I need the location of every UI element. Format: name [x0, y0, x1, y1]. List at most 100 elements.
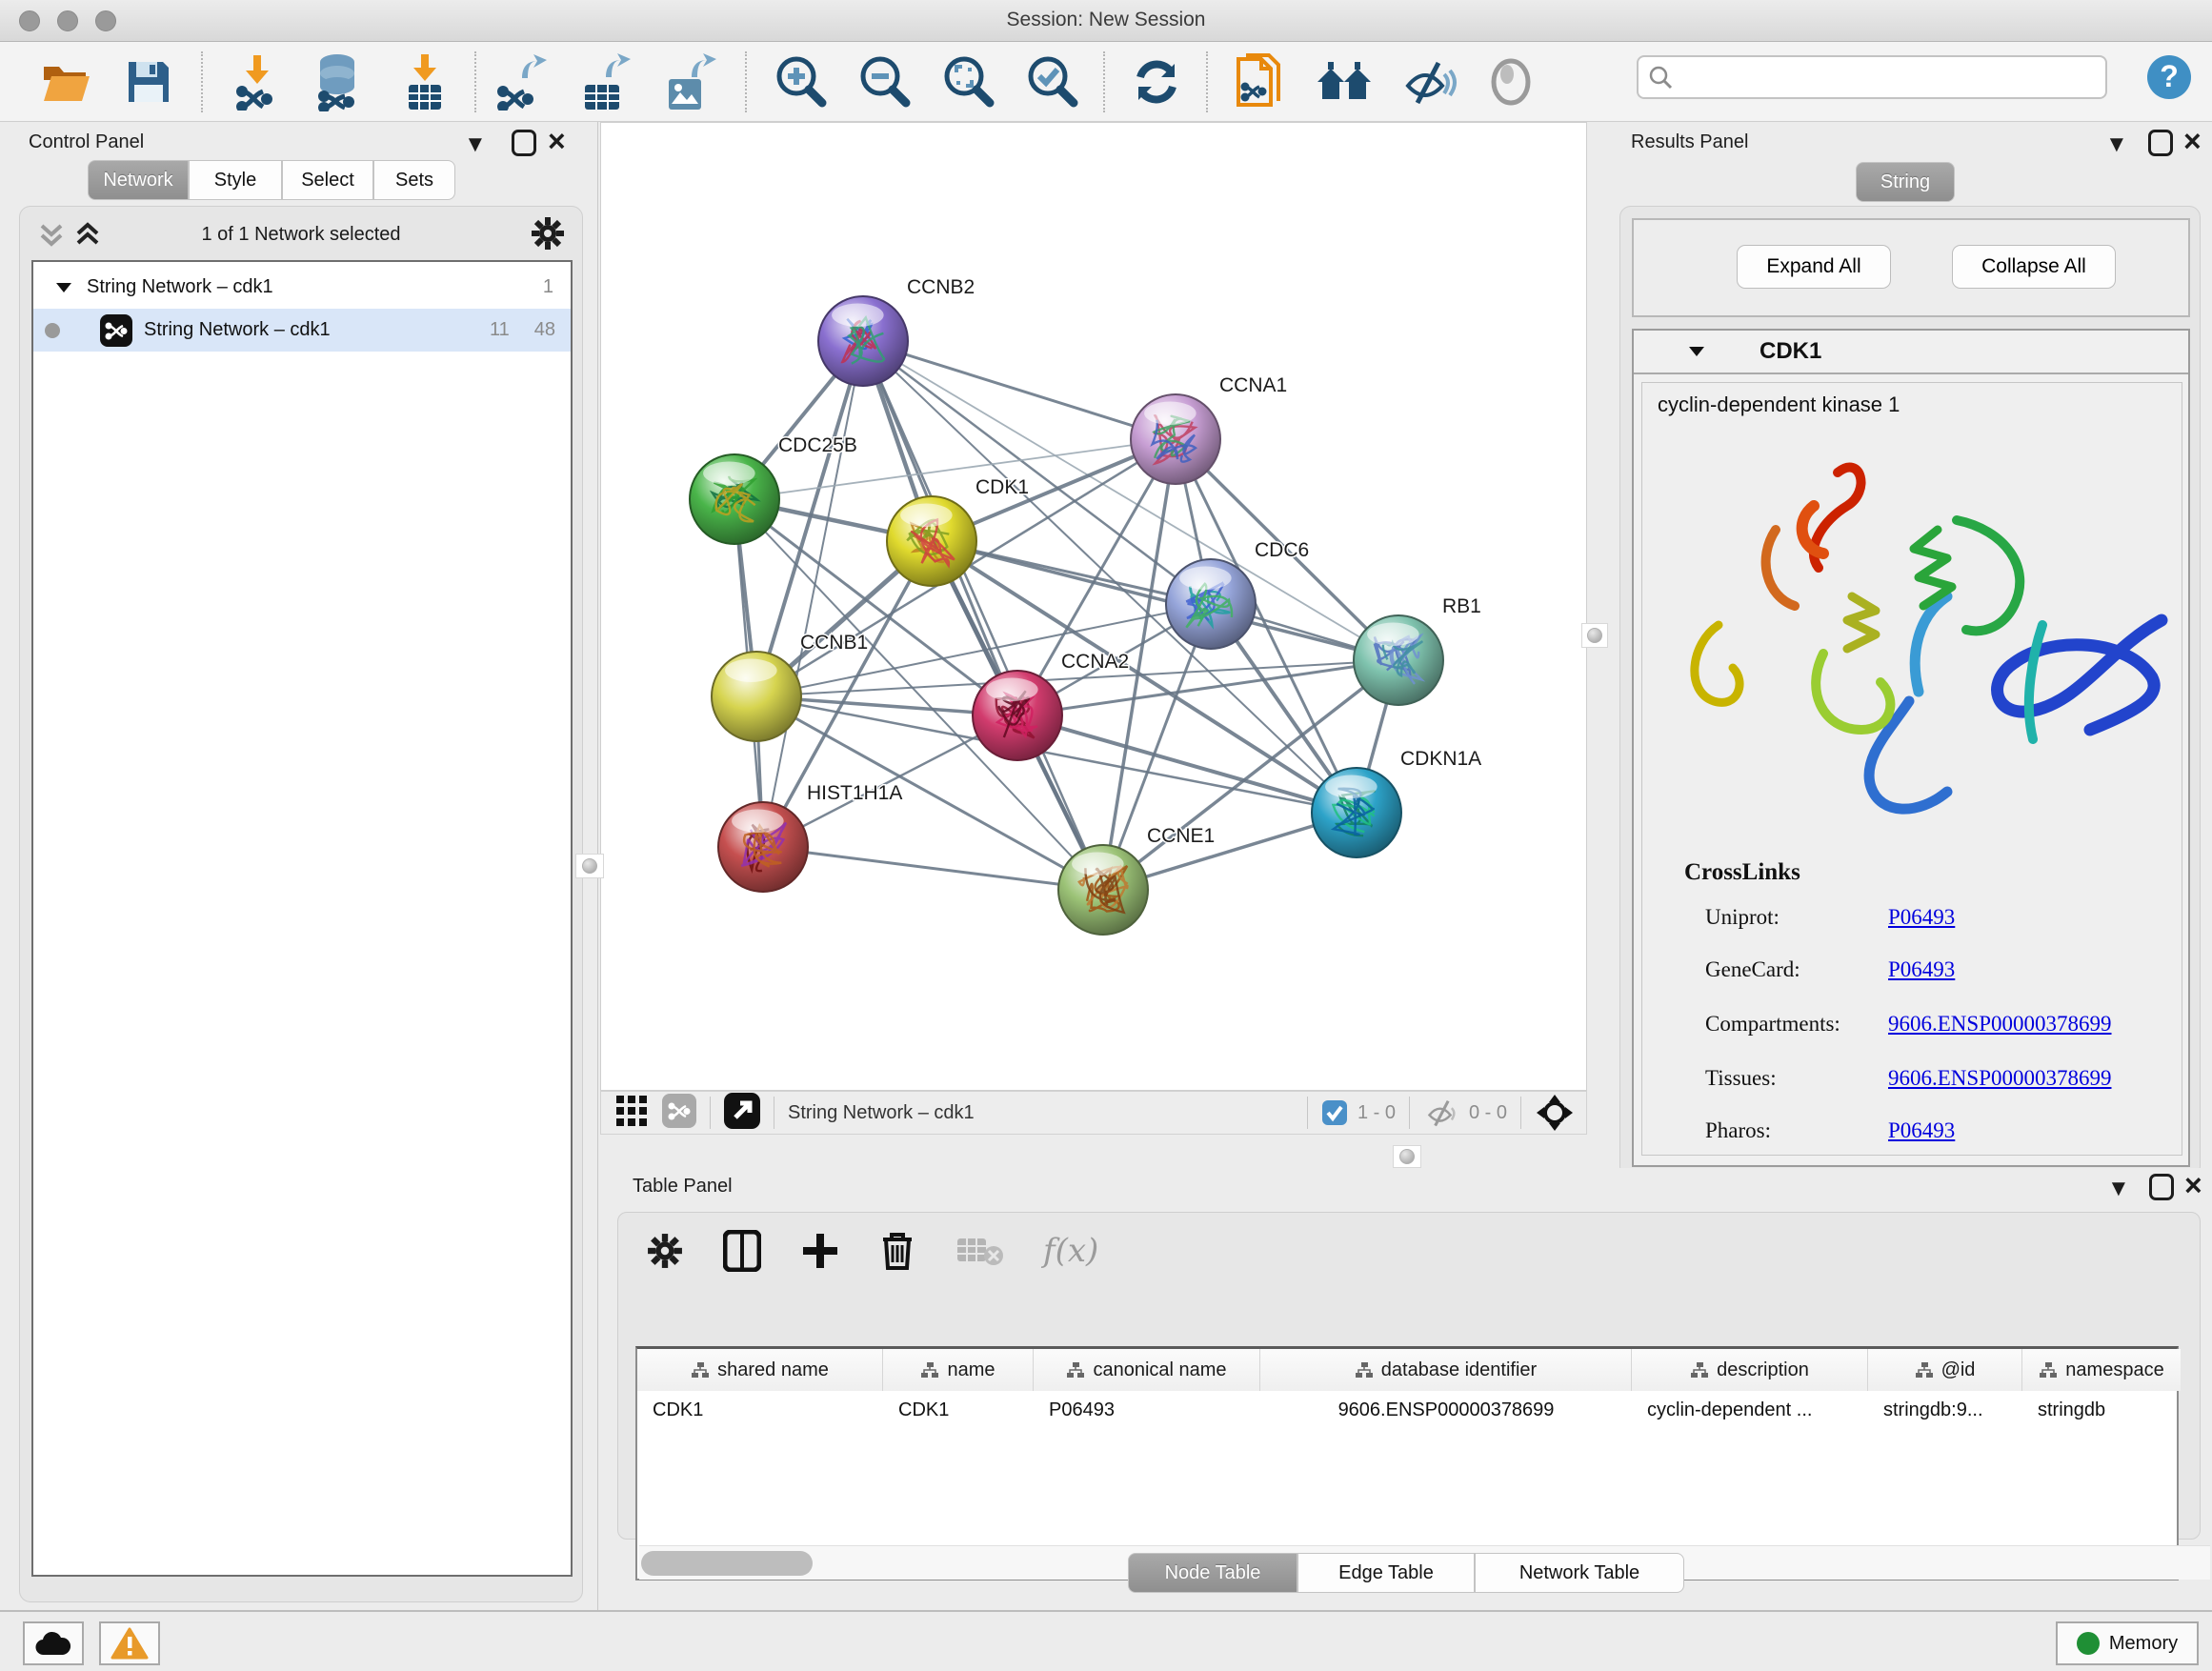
grid-view-button[interactable] — [614, 1094, 649, 1133]
column-header-database-identifier[interactable]: database identifier — [1260, 1349, 1632, 1391]
gene-collapse-icon[interactable] — [1687, 344, 1706, 359]
selected-checkbox-icon[interactable] — [1321, 1099, 1348, 1126]
node-HIST1H1A[interactable]: HIST1H1A — [718, 782, 902, 892]
crosslink-compartments-link[interactable]: 9606.ENSP00000378699 — [1888, 1012, 2112, 1037]
close-panel-icon[interactable]: × — [2183, 128, 2202, 154]
column-header-name[interactable]: name — [883, 1349, 1034, 1391]
edge-CCNB2-HIST1H1A[interactable] — [763, 341, 863, 847]
refresh-button[interactable] — [1124, 50, 1189, 114]
gene-header[interactable]: CDK1 — [1634, 331, 2188, 374]
tab-network[interactable]: Network — [88, 160, 189, 200]
string-document-button[interactable] — [1227, 50, 1292, 114]
network-canvas[interactable]: CCNB2CCNA1CDC25BCDK1CDC6RB1CCNB1CCNA2CDK… — [600, 122, 1587, 1091]
cell-database-identifier[interactable]: 9606.ENSP00000378699 — [1260, 1391, 1632, 1429]
column-header-shared-name[interactable]: shared name — [637, 1349, 883, 1391]
float-panel-icon[interactable]: ▼ — [2107, 1178, 2130, 1200]
cell-shared-name[interactable]: CDK1 — [637, 1391, 883, 1429]
memory-button[interactable]: Memory — [2056, 1621, 2199, 1665]
first-neighbors-button[interactable] — [1312, 50, 1377, 114]
fit-content-crosshair-icon[interactable] — [1535, 1093, 1575, 1133]
node-RB1[interactable]: RB1 — [1354, 595, 1481, 705]
cloud-status-button[interactable] — [23, 1621, 84, 1665]
control-panel: Control Panel ▼ × Network Style Select S… — [0, 122, 598, 1610]
warning-status-button[interactable] — [99, 1621, 160, 1665]
close-panel-icon[interactable]: × — [548, 128, 566, 154]
node-label-CCNA1: CCNA1 — [1219, 374, 1287, 396]
network-row[interactable]: String Network – cdk1 11 48 — [33, 309, 571, 352]
import-table-file-button[interactable] — [392, 50, 457, 114]
network-view-share-button[interactable] — [662, 1094, 696, 1133]
collapse-all-button[interactable]: Collapse All — [1952, 245, 2116, 289]
collection-expand-icon[interactable] — [54, 280, 73, 295]
export-network-button[interactable] — [490, 50, 554, 114]
network-collection-row[interactable]: String Network – cdk1 1 — [33, 266, 571, 309]
network-graph[interactable]: CCNB2CCNA1CDC25BCDK1CDC6RB1CCNB1CCNA2CDK… — [601, 123, 1588, 1092]
tab-edge-table[interactable]: Edge Table — [1297, 1553, 1475, 1593]
node-CCNA1[interactable]: CCNA1 — [1131, 374, 1287, 484]
column-header-canonical-name[interactable]: canonical name — [1034, 1349, 1260, 1391]
cell-namespace[interactable]: stringdb — [2022, 1391, 2181, 1429]
strip-separator — [1409, 1097, 1410, 1129]
maximize-panel-icon[interactable] — [2148, 130, 2173, 156]
node-CDK1[interactable]: CDK1 — [887, 476, 1029, 586]
tab-network-table[interactable]: Network Table — [1475, 1553, 1684, 1593]
zoom-fit-button[interactable] — [935, 50, 1000, 114]
protein-structure-image — [1642, 425, 2183, 835]
toolbar-separator — [1103, 51, 1105, 112]
edge-CCNB2-CCNA1[interactable] — [863, 341, 1176, 439]
zoom-in-button[interactable] — [768, 50, 833, 114]
zoom-selected-button[interactable] — [1019, 50, 1084, 114]
cell-name[interactable]: CDK1 — [883, 1391, 1034, 1429]
column-header-id[interactable]: @id — [1868, 1349, 2022, 1391]
edge-HIST1H1A-CCNE1[interactable] — [763, 847, 1103, 890]
cell-id[interactable]: stringdb:9... — [1868, 1391, 2022, 1429]
tab-node-table[interactable]: Node Table — [1128, 1553, 1297, 1593]
close-panel-icon[interactable]: × — [2184, 1172, 2202, 1198]
maximize-panel-icon[interactable] — [512, 130, 536, 156]
save-session-button[interactable] — [116, 50, 181, 114]
detach-view-button[interactable] — [724, 1093, 760, 1134]
node-label-CDKN1A: CDKN1A — [1400, 748, 1481, 770]
left-splitter-handle[interactable] — [575, 854, 604, 878]
import-network-database-button[interactable] — [305, 50, 370, 114]
tab-sets[interactable]: Sets — [373, 160, 455, 200]
search-input[interactable] — [1673, 67, 2082, 88]
zoom-out-button[interactable] — [852, 50, 916, 114]
table-options-gear-icon[interactable] — [647, 1233, 683, 1269]
crosslink-pharos-link[interactable]: P06493 — [1888, 1118, 1955, 1143]
column-type-icon — [2039, 1361, 2058, 1379]
show-columns-icon[interactable] — [723, 1230, 761, 1272]
import-network-file-button[interactable] — [225, 50, 290, 114]
crosslink-genecard-link[interactable]: P06493 — [1888, 957, 1955, 982]
float-panel-icon[interactable]: ▼ — [464, 133, 487, 156]
crosslink-uniprot-link[interactable]: P06493 — [1888, 905, 1955, 930]
maximize-panel-icon[interactable] — [2149, 1174, 2174, 1200]
export-image-button[interactable] — [657, 50, 722, 114]
crosslink-tissues-link[interactable]: 9606.ENSP00000378699 — [1888, 1066, 2112, 1091]
cell-canonical-name[interactable]: P06493 — [1034, 1391, 1260, 1429]
hide-selected-button[interactable] — [1397, 50, 1461, 114]
collection-label: String Network – cdk1 — [87, 276, 273, 298]
network-options-gear-icon[interactable] — [531, 216, 565, 255]
cell-description[interactable]: cyclin-dependent ... — [1632, 1391, 1868, 1429]
add-column-icon[interactable] — [801, 1232, 839, 1270]
node-CCNB1[interactable]: CCNB1 — [712, 632, 868, 741]
column-header-namespace[interactable]: namespace — [2022, 1349, 2181, 1391]
edge-CCNB2-CCNE1[interactable] — [863, 341, 1103, 890]
show-hidden-button[interactable] — [1478, 50, 1543, 114]
right-splitter-handle[interactable] — [1581, 623, 1608, 648]
tab-string[interactable]: String — [1856, 162, 1955, 202]
help-button[interactable]: ? — [2145, 53, 2193, 106]
float-panel-icon[interactable]: ▼ — [2105, 133, 2128, 156]
node-CDKN1A[interactable]: CDKN1A — [1312, 748, 1481, 857]
open-session-button[interactable] — [34, 50, 99, 114]
tab-style[interactable]: Style — [189, 160, 282, 200]
expand-all-button[interactable]: Expand All — [1737, 245, 1891, 289]
edge-CDK1-RB1[interactable] — [932, 541, 1398, 660]
column-header-description[interactable]: description — [1632, 1349, 1868, 1391]
delete-column-icon[interactable] — [879, 1230, 915, 1272]
export-table-button[interactable] — [573, 50, 638, 114]
scrollbar-thumb[interactable] — [641, 1551, 813, 1576]
tab-select[interactable]: Select — [282, 160, 373, 200]
bottom-splitter-handle[interactable] — [1393, 1145, 1421, 1168]
